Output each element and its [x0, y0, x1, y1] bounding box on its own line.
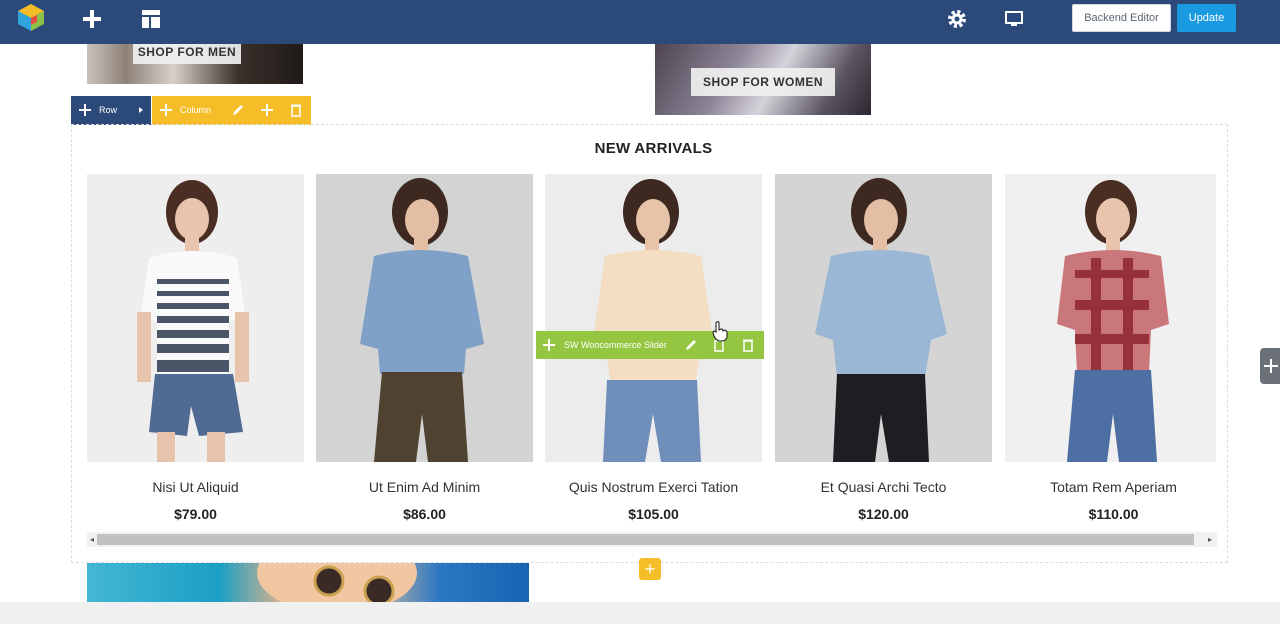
editor-toolbar: Backend Editor Update: [0, 0, 1280, 44]
product-image[interactable]: [775, 174, 992, 462]
page-bottom-bar: [0, 602, 1280, 624]
section-title: NEW ARRIVALS: [594, 140, 713, 157]
product-image[interactable]: [316, 174, 533, 462]
update-button[interactable]: Update: [1177, 4, 1236, 32]
element-label: SW Woocommerce Slider: [564, 340, 667, 350]
product-price: $105.00: [628, 506, 679, 522]
product-price: $86.00: [403, 506, 446, 522]
move-icon[interactable]: [78, 103, 92, 117]
product-card[interactable]: Ut Enim Ad Minim $86.00: [316, 174, 533, 522]
shop-for-women-banner[interactable]: SHOP FOR WOMEN: [655, 44, 871, 115]
product-name[interactable]: Quis Nostrum Exerci Tation: [545, 479, 762, 495]
scroll-left-arrow-icon[interactable]: ◂: [87, 532, 97, 547]
product-image[interactable]: [1005, 174, 1216, 462]
product-price: $110.00: [1088, 506, 1139, 522]
pencil-icon[interactable]: [231, 103, 245, 117]
trash-icon[interactable]: [289, 103, 303, 117]
product-image[interactable]: [87, 174, 304, 462]
arrow-right-icon[interactable]: [134, 103, 148, 117]
product-name[interactable]: Ut Enim Ad Minim: [316, 479, 533, 495]
row-label: Row: [99, 105, 118, 115]
product-card[interactable]: Nisi Ut Aliquid $79.00: [87, 174, 304, 522]
gear-icon[interactable]: [945, 7, 969, 31]
product-name[interactable]: Nisi Ut Aliquid: [87, 479, 304, 495]
column-controls: Column: [152, 96, 311, 125]
pencil-icon[interactable]: [684, 338, 698, 352]
column-label: Column: [180, 105, 212, 115]
scrollbar-thumb[interactable]: [97, 534, 1194, 545]
page: Backend Editor Update SHOP FOR MEN SHOP …: [0, 0, 1280, 624]
monitor-icon[interactable]: [1002, 7, 1026, 31]
add-element-icon[interactable]: [80, 7, 104, 31]
product-price: $79.00: [174, 506, 217, 522]
shop-for-men-banner[interactable]: SHOP FOR MEN: [87, 44, 303, 84]
side-panel-toggle[interactable]: [1260, 348, 1280, 384]
add-icon[interactable]: [260, 103, 274, 117]
trash-icon[interactable]: [741, 338, 755, 352]
product-image[interactable]: [545, 174, 762, 462]
shop-for-men-label: SHOP FOR MEN: [133, 44, 241, 64]
product-card[interactable]: Quis Nostrum Exerci Tation $105.00: [545, 174, 762, 522]
product-price: $120.00: [858, 506, 909, 522]
product-name[interactable]: Et Quasi Archi Tecto: [775, 479, 992, 495]
product-card[interactable]: Totam Rem Aperiam $110.00: [1005, 174, 1222, 522]
pin-icon: [1264, 359, 1278, 373]
move-icon[interactable]: [542, 338, 556, 352]
shop-for-women-label: SHOP FOR WOMEN: [691, 68, 835, 96]
bottom-banner-image[interactable]: [87, 563, 529, 603]
add-element-button[interactable]: +: [639, 558, 661, 580]
backend-editor-button[interactable]: Backend Editor: [1072, 4, 1171, 32]
hand-cursor-icon: [712, 321, 728, 342]
row-controls: Row: [71, 96, 151, 125]
product-card[interactable]: Et Quasi Archi Tecto $120.00: [775, 174, 992, 522]
product-name[interactable]: Totam Rem Aperiam: [1005, 479, 1222, 495]
logo-icon[interactable]: [16, 2, 46, 32]
layout-icon[interactable]: [139, 7, 163, 31]
element-controls: SW Woocommerce Slider: [536, 331, 764, 359]
move-icon[interactable]: [159, 103, 173, 117]
scroll-right-arrow-icon[interactable]: ▸: [1205, 532, 1215, 547]
